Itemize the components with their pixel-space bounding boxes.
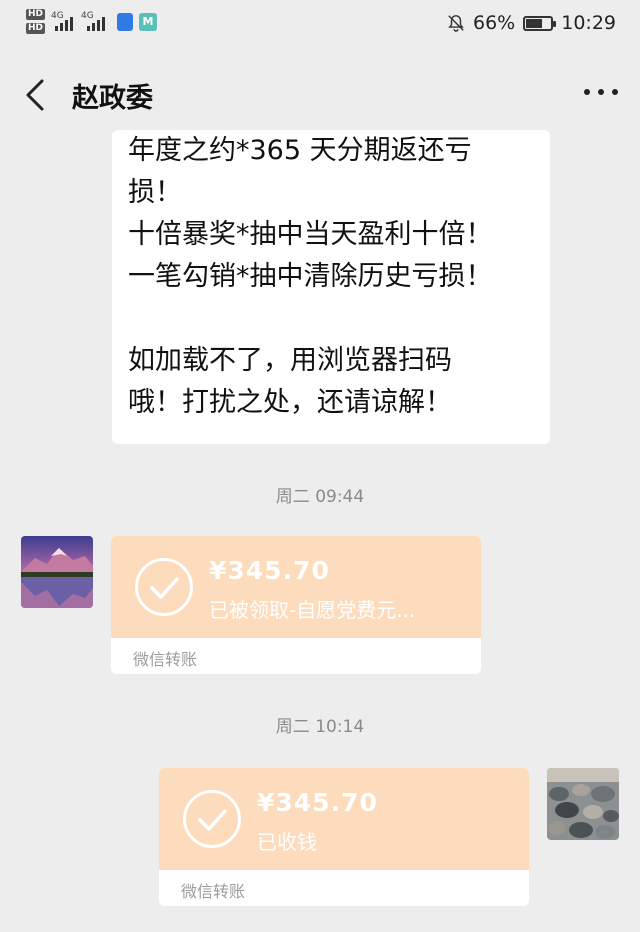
transfer-card-footer: 微信转账 — [159, 870, 529, 906]
message-line: 哦！打扰之处，还请谅解！ — [128, 387, 452, 418]
transfer-card-body: ¥345.70 已被领取-自愿党费元... — [111, 536, 481, 638]
check-circle-icon — [135, 558, 193, 616]
battery-percent: 66% — [473, 12, 516, 34]
transfer-card-received[interactable]: ¥345.70 已被领取-自愿党费元... 微信转账 — [111, 536, 481, 674]
status-left: HD HD 4G 4G M — [26, 9, 158, 34]
transfer-card-body: ¥345.70 已收钱 — [159, 768, 529, 870]
pebbles-avatar — [547, 768, 619, 840]
network-type-2: 4G — [81, 10, 94, 21]
timestamp: 周二 10:14 — [275, 717, 365, 737]
status-right: 66% 10:29 — [447, 12, 616, 34]
chat-header: 赵政委 — [0, 50, 640, 136]
message-line: 一笔勾销*抽中清除历史亏损！ — [128, 261, 493, 292]
mountain-lake-avatar — [21, 536, 93, 608]
transfer-card-footer: 微信转账 — [111, 638, 481, 674]
message-line: 损！ — [128, 177, 182, 208]
more-dots-icon[interactable] — [584, 89, 618, 95]
transfer-caption: 微信转账 — [181, 882, 246, 901]
timestamp: 周二 09:44 — [275, 487, 365, 507]
chat-title: 赵政委 — [72, 83, 153, 114]
signal-icon: 4G — [51, 10, 75, 31]
chat-area[interactable]: 年度之约*365 天分期返还亏 损！ 十倍暴奖*抽中当天盈利十倍！ 一笔勾销*抽… — [0, 130, 640, 932]
contact-avatar[interactable] — [21, 536, 93, 608]
battery-fill — [526, 18, 543, 28]
hd-badge-1: HD — [26, 9, 46, 20]
my-avatar[interactable] — [547, 768, 619, 840]
transfer-status: 已被领取-自愿党费元... — [209, 598, 416, 622]
hd-badge-2: HD — [26, 23, 46, 34]
network-type-1: 4G — [51, 10, 64, 21]
shield-icon — [117, 12, 134, 31]
message-line: 如加载不了，用浏览器扫码 — [128, 345, 452, 376]
clock: 10:29 — [561, 12, 616, 34]
signal-icon-2: 4G — [81, 10, 107, 31]
transfer-amount: ¥345.70 — [257, 788, 378, 817]
transfer-amount: ¥345.70 — [209, 556, 330, 585]
transfer-card-sent[interactable]: ¥345.70 已收钱 微信转账 — [159, 768, 529, 906]
text-message-bubble[interactable]: 年度之约*365 天分期返还亏 损！ 十倍暴奖*抽中当天盈利十倍！ 一笔勾销*抽… — [112, 130, 550, 444]
transfer-caption: 微信转账 — [133, 650, 198, 669]
message-line: 十倍暴奖*抽中当天盈利十倍！ — [128, 219, 493, 250]
check-circle-icon — [183, 790, 241, 848]
m-app-icon: M — [139, 12, 158, 31]
status-bar: HD HD 4G 4G M 66% 10:29 — [0, 0, 640, 50]
mute-bell-icon — [448, 15, 464, 32]
chevron-left-icon[interactable] — [22, 77, 50, 113]
hd-icon: HD HD — [26, 9, 46, 34]
battery-icon — [523, 15, 557, 31]
message-line — [128, 298, 534, 340]
message-line: 年度之约*365 天分期返还亏 — [128, 135, 472, 166]
transfer-status: 已收钱 — [257, 830, 317, 854]
